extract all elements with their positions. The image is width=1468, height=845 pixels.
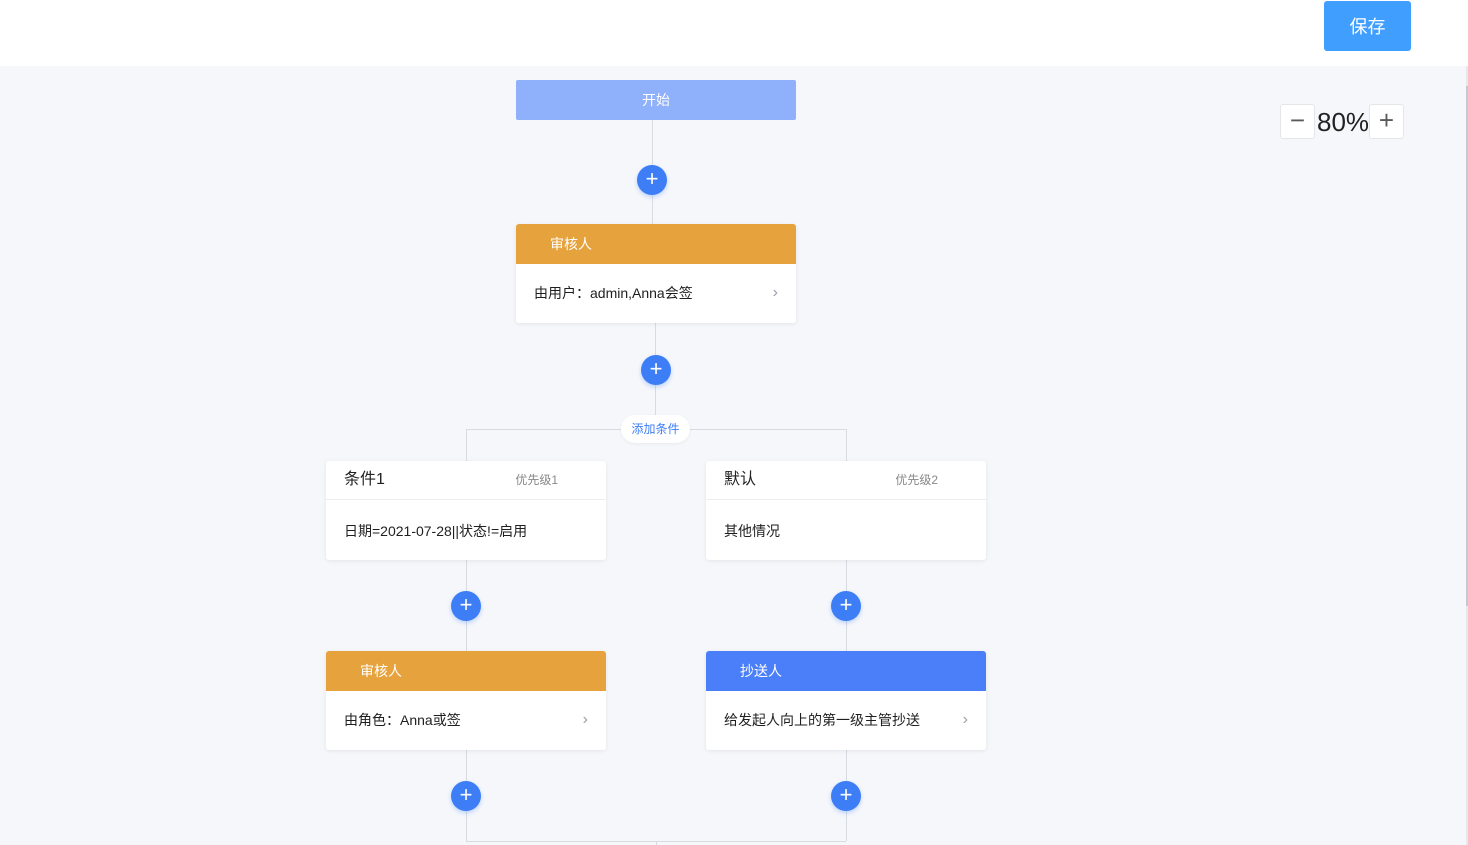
top-bar: 保存 bbox=[0, 0, 1468, 66]
cc-node-desc: 给发起人向上的第一级主管抄送 bbox=[724, 712, 920, 728]
add-condition-button[interactable]: 添加条件 bbox=[621, 415, 690, 443]
connector-line bbox=[846, 429, 847, 461]
approver-node-title: 审核人 bbox=[516, 224, 796, 264]
condition-desc: 其他情况 bbox=[724, 523, 780, 539]
flow-canvas: − 80% + 开始 + 审核人 由用户：admin,Anna会签 › + 添加… bbox=[0, 66, 1466, 845]
chevron-right-icon: › bbox=[772, 284, 778, 301]
save-button[interactable]: 保存 bbox=[1324, 1, 1411, 51]
condition-node[interactable]: 条件1 优先级1 日期=2021-07-28||状态!=启用 bbox=[326, 461, 606, 560]
zoom-level: 80% bbox=[1317, 107, 1370, 137]
connector-line bbox=[656, 841, 657, 845]
cc-node-title: 抄送人 bbox=[706, 651, 986, 691]
approver-node[interactable]: 审核人 由角色：Anna或签 › bbox=[326, 651, 606, 750]
condition-desc: 日期=2021-07-28||状态!=启用 bbox=[344, 523, 528, 539]
cc-node[interactable]: 抄送人 给发起人向上的第一级主管抄送 › bbox=[706, 651, 986, 750]
chevron-right-icon: › bbox=[582, 711, 588, 728]
approver-node[interactable]: 审核人 由用户：admin,Anna会签 › bbox=[516, 224, 796, 323]
add-node-button[interactable]: + bbox=[451, 591, 481, 621]
approver-node-desc: 由用户：admin,Anna会签 bbox=[534, 285, 693, 301]
approver-node-desc: 由角色：Anna或签 bbox=[344, 712, 461, 728]
add-node-button[interactable]: + bbox=[451, 781, 481, 811]
zoom-in-button[interactable]: + bbox=[1369, 104, 1404, 139]
condition-priority: 优先级1 bbox=[515, 473, 558, 487]
condition-priority: 优先级2 bbox=[895, 473, 938, 487]
add-node-button[interactable]: + bbox=[831, 781, 861, 811]
add-node-button[interactable]: + bbox=[641, 355, 671, 385]
condition-node[interactable]: 默认 优先级2 其他情况 bbox=[706, 461, 986, 560]
zoom-out-button[interactable]: − bbox=[1280, 104, 1315, 139]
approver-node-title: 审核人 bbox=[326, 651, 606, 691]
chevron-right-icon: › bbox=[962, 711, 968, 728]
add-node-button[interactable]: + bbox=[831, 591, 861, 621]
condition-title: 条件1 bbox=[344, 471, 385, 488]
condition-title: 默认 bbox=[724, 471, 757, 488]
add-node-button[interactable]: + bbox=[637, 165, 667, 195]
start-node[interactable]: 开始 bbox=[516, 80, 796, 120]
connector-line bbox=[466, 429, 467, 461]
